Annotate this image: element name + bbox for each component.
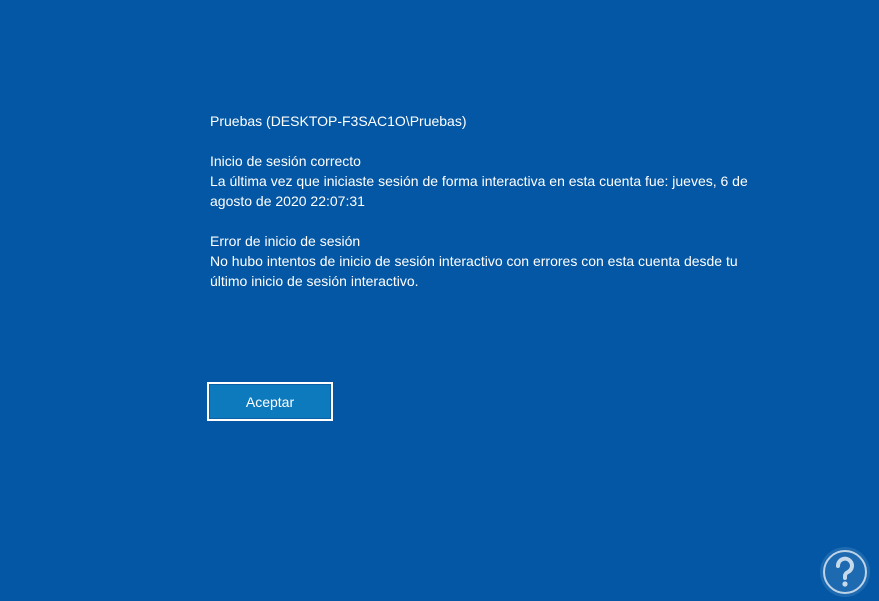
accept-button[interactable]: Aceptar (207, 382, 333, 421)
failure-title: Error de inicio de sesión (210, 233, 361, 249)
success-title: Inicio de sesión correcto (210, 153, 361, 169)
logon-info-panel: Pruebas (DESKTOP-F3SAC1O\Pruebas) Inicio… (210, 111, 770, 291)
success-message: La última vez que iniciaste sesión de fo… (210, 173, 748, 209)
solvetic-logo-graphic (820, 547, 870, 597)
logon-info-screen: Pruebas (DESKTOP-F3SAC1O\Pruebas) Inicio… (0, 0, 879, 601)
solvetic-logo-icon (818, 545, 872, 599)
accept-button-label: Aceptar (210, 385, 330, 418)
failure-message: No hubo intentos de inicio de sesión int… (210, 253, 738, 289)
account-name: Pruebas (DESKTOP-F3SAC1O\Pruebas) (210, 113, 467, 129)
